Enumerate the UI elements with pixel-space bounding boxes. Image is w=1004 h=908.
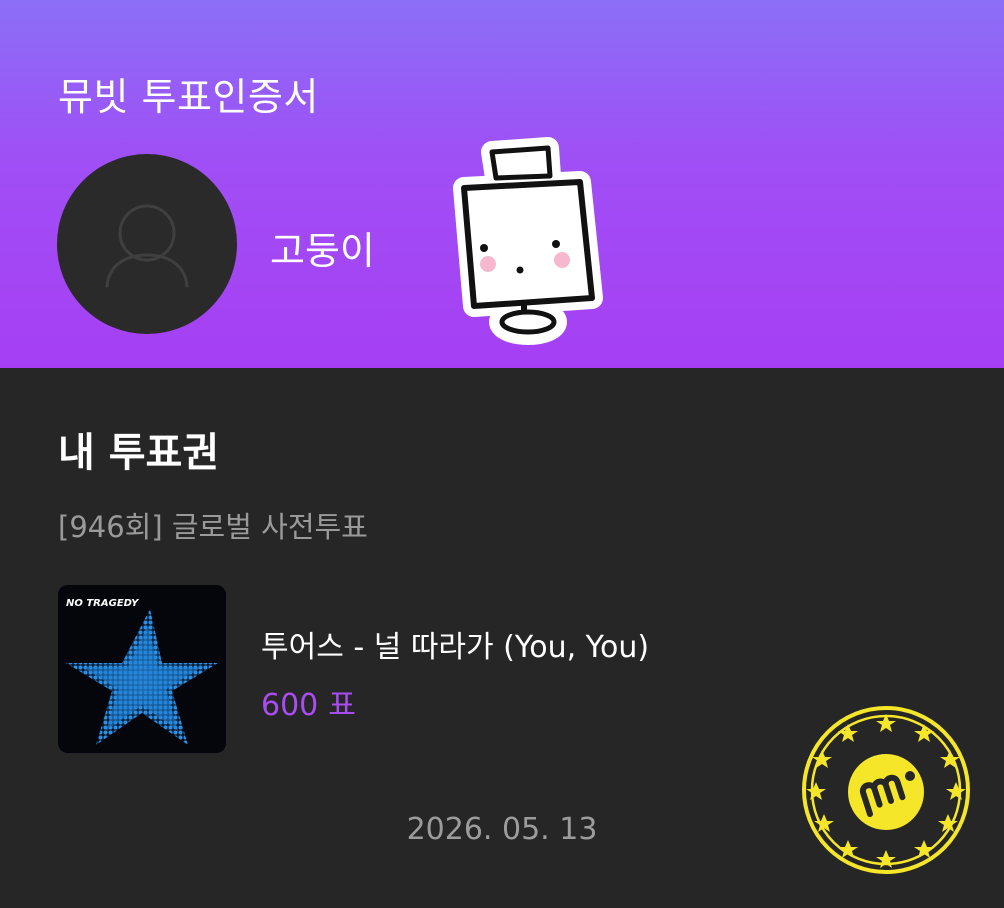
album-cover-art: NO TRAGEDY <box>58 585 226 753</box>
round-label: [946회] 글로벌 사전투표 <box>58 510 368 544</box>
certificate-title: 뮤빗 투표인증서 <box>58 75 319 119</box>
mubeat-stamp-icon <box>802 706 970 874</box>
username: 고둥이 <box>270 229 375 273</box>
cute-character-sticker <box>453 137 603 345</box>
vote-count-unit: 표 <box>328 688 356 723</box>
album-cover-text: NO TRAGEDY <box>66 598 140 609</box>
album-cover: NO TRAGEDY <box>58 585 226 753</box>
my-votes-heading: 내 투표권 <box>58 430 220 476</box>
song-title: 투어스 - 널 따라가 (You, You) <box>261 630 650 665</box>
vote-count: 600 표 <box>261 680 366 724</box>
user-silhouette-icon <box>105 204 189 288</box>
certificate-header: 뮤빗 투표인증서 고둥이 <box>0 0 1004 368</box>
vote-count-value: 600 <box>261 688 319 723</box>
avatar <box>57 154 237 334</box>
